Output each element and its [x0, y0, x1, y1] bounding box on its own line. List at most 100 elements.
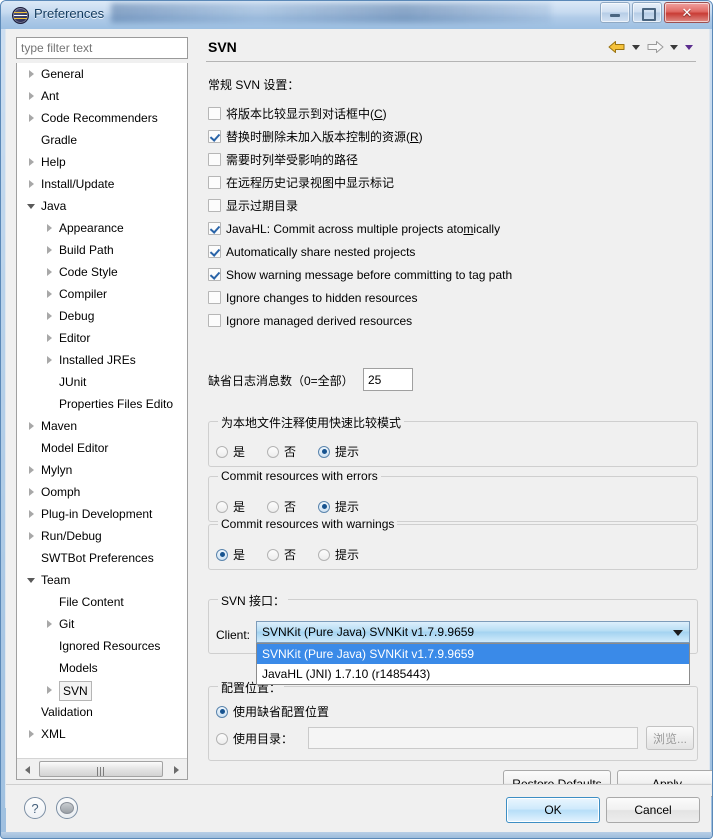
chevron-right-icon[interactable] — [25, 503, 39, 525]
checkbox-row-8[interactable]: Ignore changes to hidden resources — [208, 287, 417, 308]
sidebar-item-compiler[interactable]: Compiler — [17, 283, 187, 305]
chevron-right-icon[interactable] — [25, 63, 39, 85]
sidebar-item-git[interactable]: Git — [17, 613, 187, 635]
chevron-right-icon[interactable] — [43, 349, 57, 371]
chevron-right-icon[interactable] — [43, 283, 57, 305]
sidebar-item-plug-in-development[interactable]: Plug-in Development — [17, 503, 187, 525]
page-menu-icon[interactable] — [683, 39, 695, 55]
chevron-down-icon[interactable] — [25, 195, 39, 217]
radio-option-0-2[interactable]: 提示 — [318, 443, 359, 460]
browse-button[interactable]: 浏览... — [646, 726, 694, 750]
forward-arrow-icon[interactable] — [645, 39, 665, 55]
checkbox-3[interactable] — [208, 176, 221, 189]
sidebar-item-svn[interactable]: SVN — [17, 679, 187, 701]
checkbox-row-4[interactable]: 显示过期目录 — [208, 195, 298, 216]
radio-button-1-1[interactable] — [267, 500, 280, 513]
sidebar-item-xml[interactable]: XML — [17, 723, 187, 745]
radio-button-1-0[interactable] — [216, 500, 228, 513]
sidebar-item-debug[interactable]: Debug — [17, 305, 187, 327]
chevron-right-icon[interactable] — [43, 217, 57, 239]
radio-option-1-1[interactable]: 否 — [267, 498, 296, 515]
help-icon[interactable]: ? — [24, 797, 46, 819]
filter-input[interactable] — [16, 37, 188, 59]
chevron-right-icon[interactable] — [25, 151, 39, 173]
dropdown-option-0[interactable]: SVNKit (Pure Java) SVNKit v1.7.9.9659 — [257, 644, 689, 664]
radio-option-1-0[interactable]: 是 — [216, 498, 245, 515]
use-directory-radio[interactable] — [216, 732, 228, 745]
ok-button[interactable]: OK — [506, 797, 600, 823]
radio-option-2-2[interactable]: 提示 — [318, 546, 359, 563]
sidebar-item-swtbot-preferences[interactable]: SWTBot Preferences — [17, 547, 187, 569]
log-messages-input[interactable] — [363, 368, 413, 391]
preference-tree[interactable]: General Ant Code Recommenders Gradle Help Ins… — [16, 63, 188, 780]
sidebar-item-installed-jres[interactable]: Installed JREs — [17, 349, 187, 371]
radio-option-2-0[interactable]: 是 — [216, 546, 245, 563]
chevron-down-icon[interactable] — [25, 569, 39, 591]
disk-icon[interactable] — [56, 797, 78, 819]
checkbox-7[interactable] — [208, 268, 221, 281]
forward-history-dropdown-icon[interactable] — [668, 39, 680, 55]
chevron-right-icon[interactable] — [25, 85, 39, 107]
sidebar-item-appearance[interactable]: Appearance — [17, 217, 187, 239]
sidebar-item-maven[interactable]: Maven — [17, 415, 187, 437]
sidebar-item-install-update[interactable]: Install/Update — [17, 173, 187, 195]
use-default-location-radio-row[interactable]: 使用缺省配置位置 — [216, 703, 329, 720]
radio-button-1-2[interactable] — [318, 500, 331, 513]
checkbox-row-6[interactable]: Automatically share nested projects — [208, 241, 415, 262]
chevron-right-icon[interactable] — [43, 613, 57, 635]
sidebar-item-mylyn[interactable]: Mylyn — [17, 459, 187, 481]
scroll-left-arrow-icon[interactable] — [21, 762, 35, 776]
chevron-right-icon[interactable] — [25, 459, 39, 481]
radio-button-2-1[interactable] — [267, 548, 280, 561]
checkbox-row-9[interactable]: Ignore managed derived resources — [208, 310, 412, 331]
dropdown-option-1[interactable]: JavaHL (JNI) 1.7.10 (r1485443) — [257, 664, 689, 684]
sidebar-item-editor[interactable]: Editor — [17, 327, 187, 349]
svn-client-combobox[interactable]: SVNKit (Pure Java) SVNKit v1.7.9.9659 — [256, 621, 690, 643]
sidebar-item-models[interactable]: Models — [17, 657, 187, 679]
sidebar-item-model-editor[interactable]: Model Editor — [17, 437, 187, 459]
sidebar-item-oomph[interactable]: Oomph — [17, 481, 187, 503]
svn-client-dropdown-list[interactable]: SVNKit (Pure Java) SVNKit v1.7.9.9659 Jav… — [256, 643, 690, 685]
config-directory-input[interactable] — [308, 727, 638, 749]
radio-button-0-0[interactable] — [216, 445, 228, 458]
checkbox-row-2[interactable]: 需要时列举受影响的路径 — [208, 149, 358, 170]
sidebar-item-java[interactable]: Java — [17, 195, 187, 217]
radio-option-0-1[interactable]: 否 — [267, 443, 296, 460]
radio-option-0-0[interactable]: 是 — [216, 443, 245, 460]
maximize-button[interactable] — [632, 2, 662, 23]
sidebar-item-build-path[interactable]: Build Path — [17, 239, 187, 261]
radio-option-1-2[interactable]: 提示 — [318, 498, 359, 515]
sidebar-item-team[interactable]: Team — [17, 569, 187, 591]
tree-horizontal-scrollbar[interactable] — [17, 758, 187, 779]
sidebar-item-ant[interactable]: Ant — [17, 85, 187, 107]
sidebar-item-file-content[interactable]: File Content — [17, 591, 187, 613]
checkbox-row-5[interactable]: JavaHL: Commit across multiple projects … — [208, 218, 500, 239]
sidebar-item-run-debug[interactable]: Run/Debug — [17, 525, 187, 547]
chevron-right-icon[interactable] — [43, 679, 57, 701]
back-arrow-icon[interactable] — [607, 39, 627, 55]
back-history-dropdown-icon[interactable] — [630, 39, 642, 55]
chevron-right-icon[interactable] — [25, 723, 39, 745]
chevron-right-icon[interactable] — [25, 107, 39, 129]
checkbox-row-7[interactable]: Show warning message before committing t… — [208, 264, 512, 285]
chevron-right-icon[interactable] — [43, 327, 57, 349]
use-default-location-radio[interactable] — [216, 705, 228, 718]
sidebar-item-ignored-resources[interactable]: Ignored Resources — [17, 635, 187, 657]
checkbox-9[interactable] — [208, 314, 221, 327]
sidebar-item-validation[interactable]: Validation — [17, 701, 187, 723]
checkbox-row-3[interactable]: 在远程历史记录视图中显示标记 — [208, 172, 394, 193]
radio-button-2-0[interactable] — [216, 548, 228, 561]
sidebar-item-code-recommenders[interactable]: Code Recommenders — [17, 107, 187, 129]
minimize-button[interactable] — [600, 2, 630, 23]
chevron-right-icon[interactable] — [43, 239, 57, 261]
radio-button-0-2[interactable] — [318, 445, 331, 458]
chevron-right-icon[interactable] — [25, 481, 39, 503]
chevron-right-icon[interactable] — [25, 525, 39, 547]
checkbox-row-1[interactable]: 替换时删除未加入版本控制的资源(R) — [208, 126, 423, 147]
checkbox-4[interactable] — [208, 199, 221, 212]
checkbox-0[interactable] — [208, 107, 221, 120]
sidebar-item-help[interactable]: Help — [17, 151, 187, 173]
checkbox-6[interactable] — [208, 245, 221, 258]
sidebar-item-junit[interactable]: JUnit — [17, 371, 187, 393]
scrollbar-thumb[interactable] — [39, 761, 163, 777]
